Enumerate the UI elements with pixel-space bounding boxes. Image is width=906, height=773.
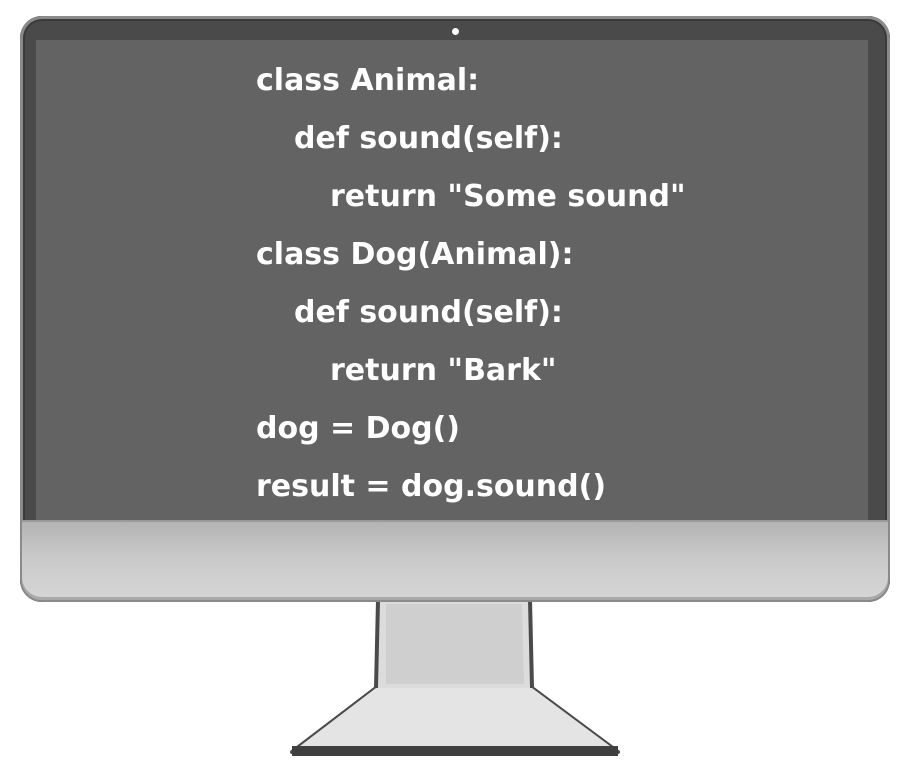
- monitor-screen: [36, 40, 868, 522]
- monitor-chin: [22, 522, 888, 600]
- camera-icon: [452, 28, 459, 35]
- monitor-illustration: class Animal: def sound(self): return "S…: [0, 0, 906, 773]
